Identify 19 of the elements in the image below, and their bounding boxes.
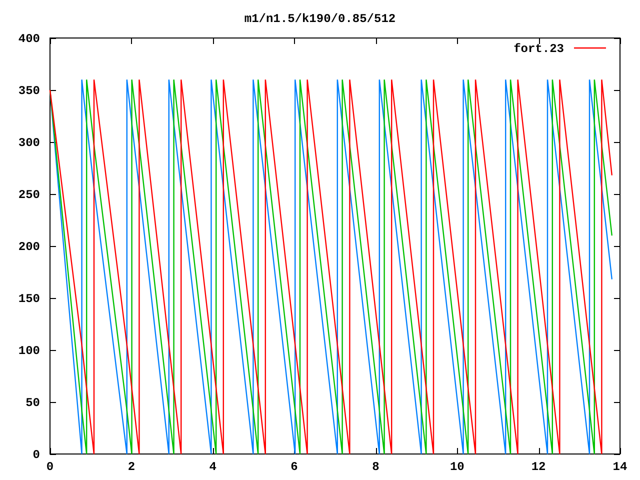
- tick-label: 4: [209, 460, 216, 474]
- legend-label: fort.23: [514, 42, 564, 56]
- tick-label: 200: [18, 240, 40, 254]
- tick-label: 50: [26, 396, 40, 410]
- tick-label: 100: [18, 344, 40, 358]
- tick-label: 2: [128, 460, 136, 474]
- tick-label: 350: [18, 84, 40, 98]
- tick-label: 0: [46, 460, 54, 474]
- tick-label: 400: [18, 32, 40, 46]
- tick-label: 250: [18, 188, 40, 202]
- tick-label: 300: [18, 136, 40, 150]
- chart-title: m1/n1.5/k190/0.85/512: [244, 12, 396, 26]
- tick-label: 10: [450, 460, 464, 474]
- tick-label: 0: [32, 448, 40, 462]
- tick-label: 6: [290, 460, 298, 474]
- tick-label: 14: [612, 460, 628, 474]
- tick-label: 150: [18, 292, 40, 306]
- tick-label: 8: [372, 460, 380, 474]
- tick-label: 12: [531, 460, 546, 474]
